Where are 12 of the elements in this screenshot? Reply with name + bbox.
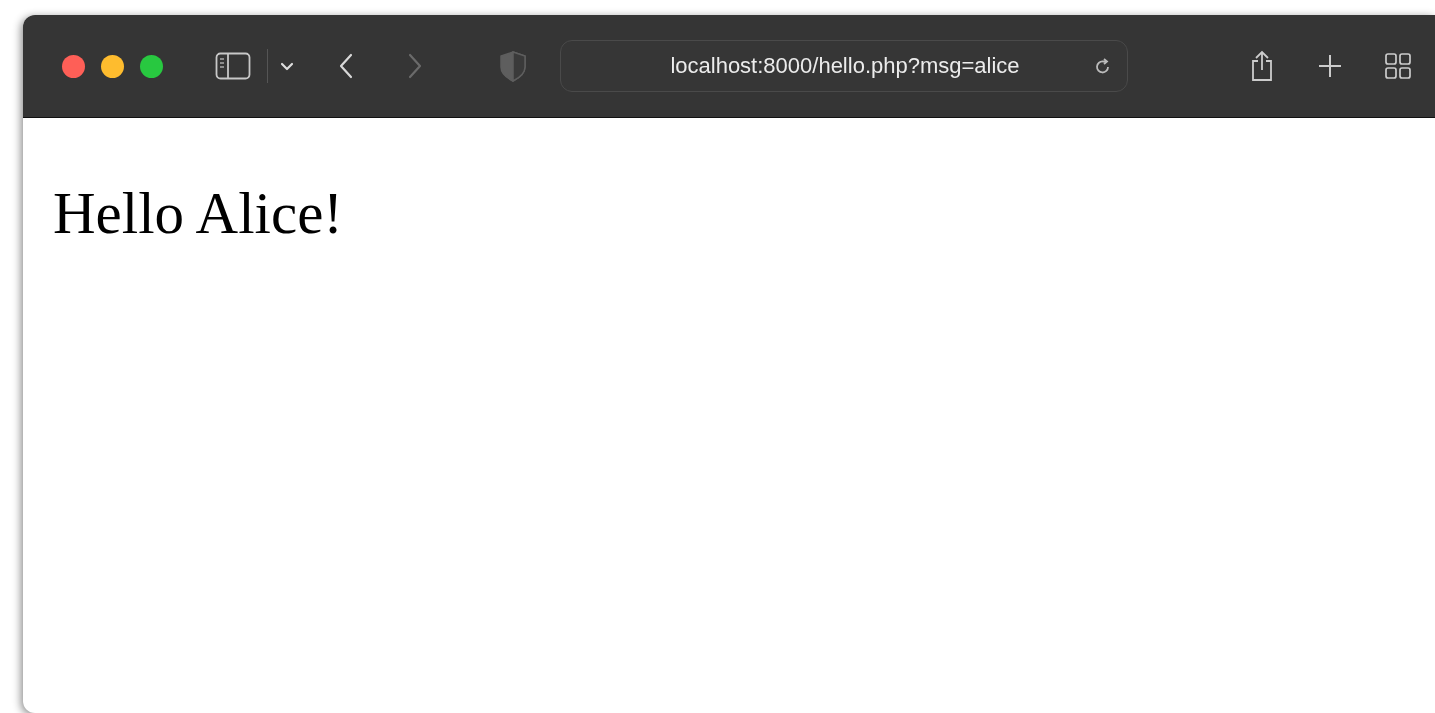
minimize-button[interactable]	[101, 54, 124, 78]
tab-overview-icon[interactable]	[1385, 53, 1411, 79]
sidebar-icon[interactable]	[215, 52, 251, 80]
page-heading: Hello Alice!	[53, 184, 343, 243]
close-button[interactable]	[62, 54, 85, 78]
chevron-down-icon[interactable]	[280, 61, 294, 71]
zoom-button[interactable]	[140, 54, 163, 78]
back-icon[interactable]	[338, 53, 354, 79]
url-text: localhost:8000/hello.php?msg=alice	[670, 53, 1020, 79]
address-bar[interactable]: localhost:8000/hello.php?msg=alice	[560, 40, 1128, 92]
plus-icon[interactable]	[1318, 54, 1342, 78]
share-icon[interactable]	[1250, 50, 1274, 82]
